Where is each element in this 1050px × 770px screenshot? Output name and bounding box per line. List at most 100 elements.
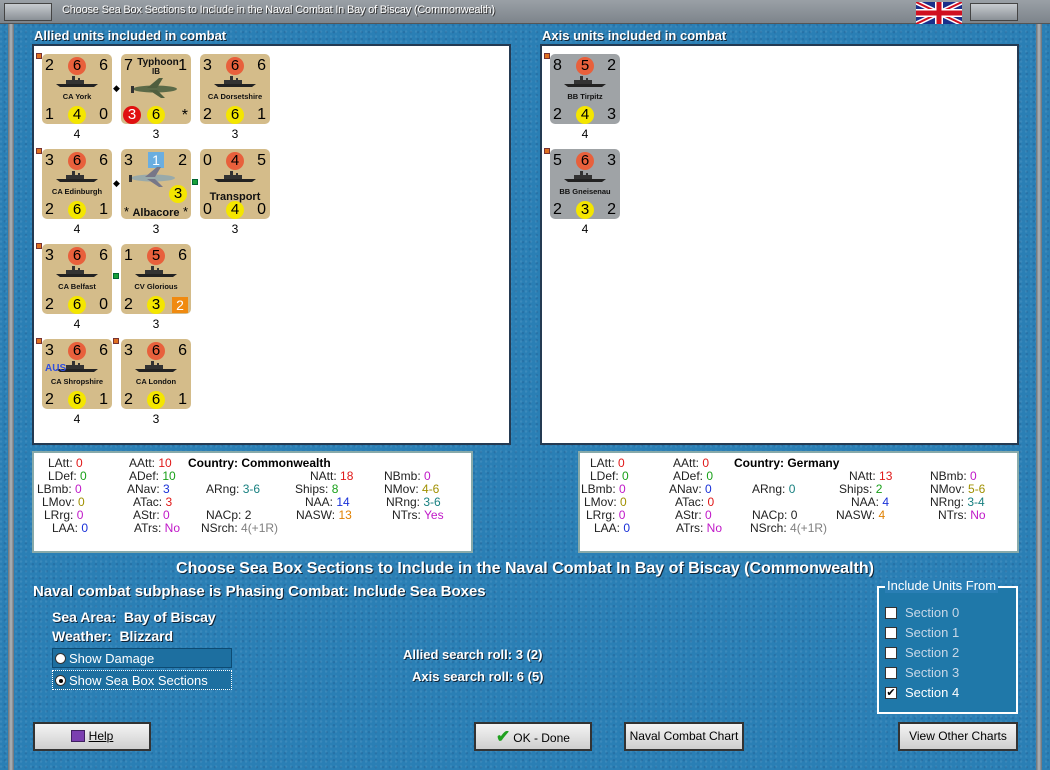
allied-units-panel: 2 6 6 CA York 1 4 0 4 7 1 Typhoon IB 3 6 * 3 3 6 6 CA Dorse…	[32, 44, 511, 445]
ship-silhouette-icon	[135, 359, 177, 372]
counter-circle-value: 6	[68, 152, 86, 170]
counter-circle-value: 6	[147, 342, 165, 360]
checkmark-icon: ✔	[496, 727, 511, 746]
left-frame	[8, 24, 14, 770]
counter-bottom-left-value: *	[124, 204, 130, 219]
unit-counter[interactable]: 3 6 6 CA London 2 6 1	[121, 339, 191, 409]
counter-circle-value: 4	[576, 106, 594, 124]
counter-top-left-value: 2	[45, 57, 54, 74]
counter-circle-value: 6	[226, 106, 244, 124]
unit-marker-icon	[192, 179, 198, 185]
unit-counter[interactable]: 8 2 5 BB Tirpitz 2 4 3	[550, 54, 620, 124]
radio-button[interactable]	[55, 675, 66, 686]
unit-counter[interactable]: 2 6 6 CA York 1 4 0	[42, 54, 112, 124]
ok-done-button[interactable]: ✔ OK - Done	[474, 722, 592, 751]
counter-top-left-value: 5	[553, 152, 562, 169]
section-checkbox-2[interactable]: Section 2	[885, 644, 1015, 662]
counter-bottom-left-value: 2	[124, 391, 133, 408]
counter-bottom-left-value: 2	[45, 391, 54, 408]
counter-circle-value: 4	[226, 201, 244, 219]
show-sea-box-sections-radio[interactable]: Show Sea Box Sections	[52, 670, 232, 690]
section-checkbox-3[interactable]: Section 3	[885, 664, 1015, 682]
section-checkbox-4[interactable]: ✔ Section 4	[885, 684, 1015, 702]
ship-silhouette-icon	[56, 74, 98, 87]
counter-circle-value: 5	[147, 247, 165, 265]
unit-counter[interactable]: 7 1 Typhoon IB 3 6 *	[121, 54, 191, 124]
unit-counter[interactable]: 3 2 1 3 Albacore * *	[121, 149, 191, 219]
counter-bottom-left-value: 1	[45, 106, 54, 123]
checkbox-label: Section 2	[905, 645, 960, 660]
counter-bottom-right-value: 1	[99, 201, 108, 218]
unit-counter[interactable]: 5 3 6 BB Gneisenau 2 3 2	[550, 149, 620, 219]
view-other-charts-button[interactable]: View Other Charts	[898, 722, 1018, 751]
unit-counter[interactable]: 3 6 6 CA Shropshire AUS 2 6 1	[42, 339, 112, 409]
ship-silhouette-icon	[135, 264, 177, 277]
counter-circle-value: 3	[147, 296, 165, 314]
counter-bottom-right-value: 0	[99, 106, 108, 123]
counter-bottom-right-value: 1	[178, 391, 187, 408]
unit-marker-icon	[36, 148, 42, 154]
radio-button[interactable]	[55, 653, 66, 664]
counter-bottom-left-value: 2	[553, 201, 562, 218]
diamond-icon: ◆	[113, 178, 120, 188]
counter-stack-count: 4	[581, 222, 589, 236]
ship-silhouette-icon	[564, 169, 606, 182]
aircraft-icon	[129, 78, 181, 98]
unit-counter[interactable]: 1 6 5 CV Glorious 2 3 2	[121, 244, 191, 314]
help-button[interactable]: Help	[33, 722, 151, 751]
checkbox[interactable]	[885, 667, 897, 679]
checkbox[interactable]	[885, 627, 897, 639]
nationality-tag: AUS	[45, 363, 67, 374]
unit-counter[interactable]: 0 5 4 Transport 0 4 0	[200, 149, 270, 219]
section-checkbox-0[interactable]: Section 0	[885, 604, 1015, 622]
counter-circle-value: 6	[68, 247, 86, 265]
checkbox-label: Section 1	[905, 625, 960, 640]
unit-counter[interactable]: 3 6 6 CA Dorsetshire 2 6 1	[200, 54, 270, 124]
system-menu-button[interactable]	[4, 3, 52, 21]
counter-circle-value: 4	[68, 106, 86, 124]
naval-combat-chart-button[interactable]: Naval Combat Chart	[624, 722, 744, 751]
counter-stack-count: 4	[73, 412, 81, 426]
show-damage-radio[interactable]: Show Damage	[52, 648, 232, 668]
title-bar[interactable]: Choose Sea Box Sections to Include in th…	[0, 0, 1050, 24]
counter-stack-count: 3	[152, 317, 160, 331]
unit-marker-icon	[36, 338, 42, 344]
unit-marker-icon	[36, 53, 42, 59]
checkbox[interactable]	[885, 607, 897, 619]
checkbox[interactable]	[885, 647, 897, 659]
counter-circle-value: 6	[576, 152, 594, 170]
axis-stats-panel: LAtt: 0 LDef: 0 LBmb: 0 LMov: 0 LRrg: 0 …	[578, 451, 1019, 553]
counter-stack-count: 3	[231, 222, 239, 236]
counter-unit-name: CA London	[135, 377, 177, 386]
counter-bottom-right-value: *	[182, 204, 188, 219]
counter-top-left-value: 3	[203, 57, 212, 74]
unit-counter[interactable]: 3 6 6 CA Belfast 2 6 0	[42, 244, 112, 314]
counter-top-right-value: 6	[99, 342, 108, 359]
close-button[interactable]	[970, 3, 1018, 21]
checkbox[interactable]: ✔	[885, 687, 897, 699]
counter-bottom-left-value: 2	[553, 106, 562, 123]
sea-area-line: Sea Area: Bay of Biscay	[52, 609, 216, 625]
main-title: Choose Sea Box Sections to Include in th…	[176, 560, 874, 577]
counter-bottom-left-value: 2	[124, 296, 133, 313]
counter-bottom-left-value: 2	[45, 296, 54, 313]
counter-top-left-value: 3	[45, 152, 54, 169]
counter-circle-value: 6	[68, 296, 86, 314]
counter-unit-name: CV Glorious	[134, 282, 178, 291]
counter-bottom-right-value: *	[181, 107, 188, 124]
counter-stack-count: 4	[581, 127, 589, 141]
counter-circle-value: 6	[68, 391, 86, 409]
union-jack-flag-icon	[916, 2, 962, 24]
counter-unit-name: CA Shropshire	[50, 377, 104, 386]
counter-square-value: 2	[172, 297, 188, 313]
counter-circle-value: 6	[147, 391, 165, 409]
unit-marker-icon	[36, 243, 42, 249]
axis-search-roll: Axis search roll: 6 (5)	[412, 669, 544, 684]
ship-silhouette-icon	[214, 74, 256, 87]
counter-top-left-value: 3	[124, 342, 133, 359]
counter-unit-name: CA York	[62, 92, 92, 101]
unit-counter[interactable]: 3 6 6 CA Edinburgh 2 6 1	[42, 149, 112, 219]
counter-stack-count: 4	[73, 317, 81, 331]
counter-unit-subname: IB	[152, 67, 160, 76]
section-checkbox-1[interactable]: Section 1	[885, 624, 1015, 642]
